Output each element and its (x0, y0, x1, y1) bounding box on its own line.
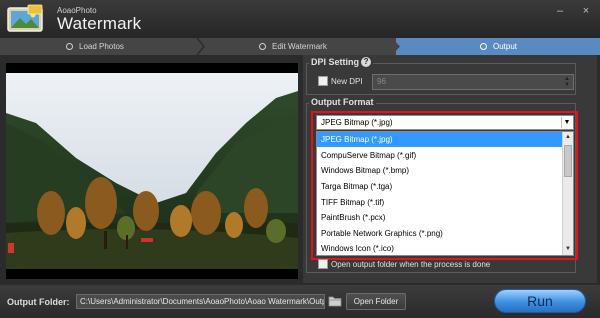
step-dot-icon (66, 43, 73, 50)
dpi-spinner[interactable]: ▲ ▼ (563, 76, 571, 88)
step-load-photos[interactable]: Load Photos (0, 38, 200, 55)
new-dpi-label: New DPI (331, 77, 363, 86)
step-dot-icon (259, 43, 266, 50)
dpi-value-field[interactable]: 96 ▲ ▼ (372, 74, 574, 90)
open-output-folder-label: Open output folder when the process is d… (331, 260, 491, 269)
output-format-title: Output Format (309, 97, 376, 107)
dpi-setting-title: DPI Setting? (309, 57, 374, 67)
step-output[interactable]: Output (396, 38, 600, 55)
title-bar: AoaoPhoto Watermark – × (0, 0, 600, 38)
landscape-photo-image (6, 63, 298, 279)
step-bar: Load Photos Edit Watermark Output (0, 38, 600, 55)
open-folder-button[interactable]: Open Folder (346, 293, 406, 310)
minimize-icon[interactable]: – (553, 4, 567, 18)
photo-preview (6, 63, 298, 279)
app-title: Watermark (57, 14, 142, 33)
step-edit-watermark[interactable]: Edit Watermark (204, 38, 396, 55)
close-icon[interactable]: × (579, 4, 593, 18)
run-button[interactable]: Run (494, 289, 586, 313)
output-folder-path-input[interactable]: C:\Users\Administrator\Documents\AoaoPho… (76, 294, 325, 309)
folder-icon[interactable] (328, 295, 342, 307)
new-dpi-checkbox[interactable] (318, 76, 328, 86)
step-separator-icon (392, 38, 400, 55)
output-folder-label: Output Folder: (7, 297, 70, 307)
app-logo-icon (7, 4, 43, 32)
dpi-value: 96 (377, 77, 386, 86)
help-icon[interactable]: ? (361, 57, 372, 67)
step-label: Output (493, 42, 518, 51)
open-output-folder-checkbox[interactable] (318, 259, 328, 269)
spin-down-icon[interactable]: ▼ (563, 82, 571, 88)
highlight-frame (311, 111, 578, 260)
step-label: Load Photos (79, 42, 124, 51)
step-label: Edit Watermark (272, 42, 327, 51)
step-dot-icon (480, 43, 487, 50)
dpi-setting-label: DPI Setting (311, 57, 360, 67)
